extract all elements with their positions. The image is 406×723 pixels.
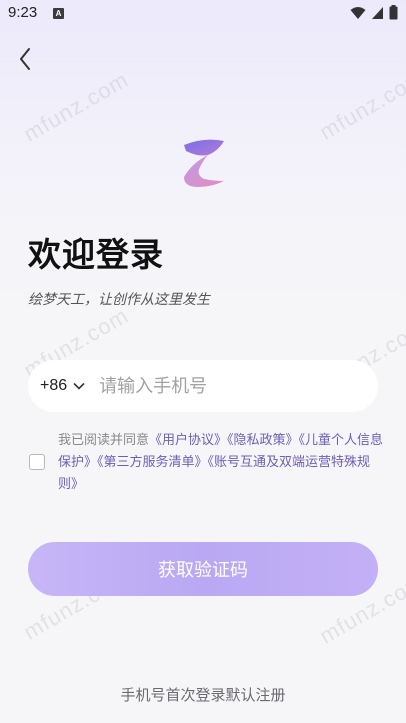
user-agreement-link[interactable]: 《用户协议》 xyxy=(149,433,227,448)
chevron-left-icon xyxy=(20,48,30,70)
signal-icon xyxy=(372,6,383,19)
page-title: 欢迎登录 xyxy=(28,235,164,274)
app-logo xyxy=(184,139,224,187)
country-code: +86 xyxy=(40,377,68,394)
watermark: mfunz.com xyxy=(315,64,406,145)
agreement-text: 我已阅读并同意《用户协议》《隐私政策》《儿童个人信息保护》《第三方服务清单》《账… xyxy=(58,430,388,496)
agreement-checkbox[interactable] xyxy=(29,454,45,470)
country-code-selector[interactable]: +86 xyxy=(40,377,85,395)
status-icons xyxy=(350,5,398,20)
register-note: 手机号首次登录默认注册 xyxy=(120,686,286,704)
phone-input[interactable] xyxy=(97,374,332,398)
wifi-icon xyxy=(350,6,366,19)
page-subtitle: 绘梦天工，让创作从这里发生 xyxy=(28,292,210,308)
agreement-prefix: 我已阅读并同意 xyxy=(58,433,150,448)
notification-a-icon: A xyxy=(53,8,64,19)
status-bar: 9:23 A xyxy=(0,0,406,28)
phone-field: +86 xyxy=(28,360,378,412)
status-time: 9:23 xyxy=(8,4,38,21)
battery-icon xyxy=(389,5,398,20)
get-code-button[interactable]: 获取验证码 xyxy=(28,542,378,596)
watermark: mfunz.com xyxy=(19,66,133,147)
third-party-list-link[interactable]: 《第三方服务清单》 xyxy=(97,455,208,470)
chevron-down-icon xyxy=(73,382,85,390)
back-button[interactable] xyxy=(16,46,36,72)
privacy-policy-link[interactable]: 《隐私政策》 xyxy=(227,433,299,448)
